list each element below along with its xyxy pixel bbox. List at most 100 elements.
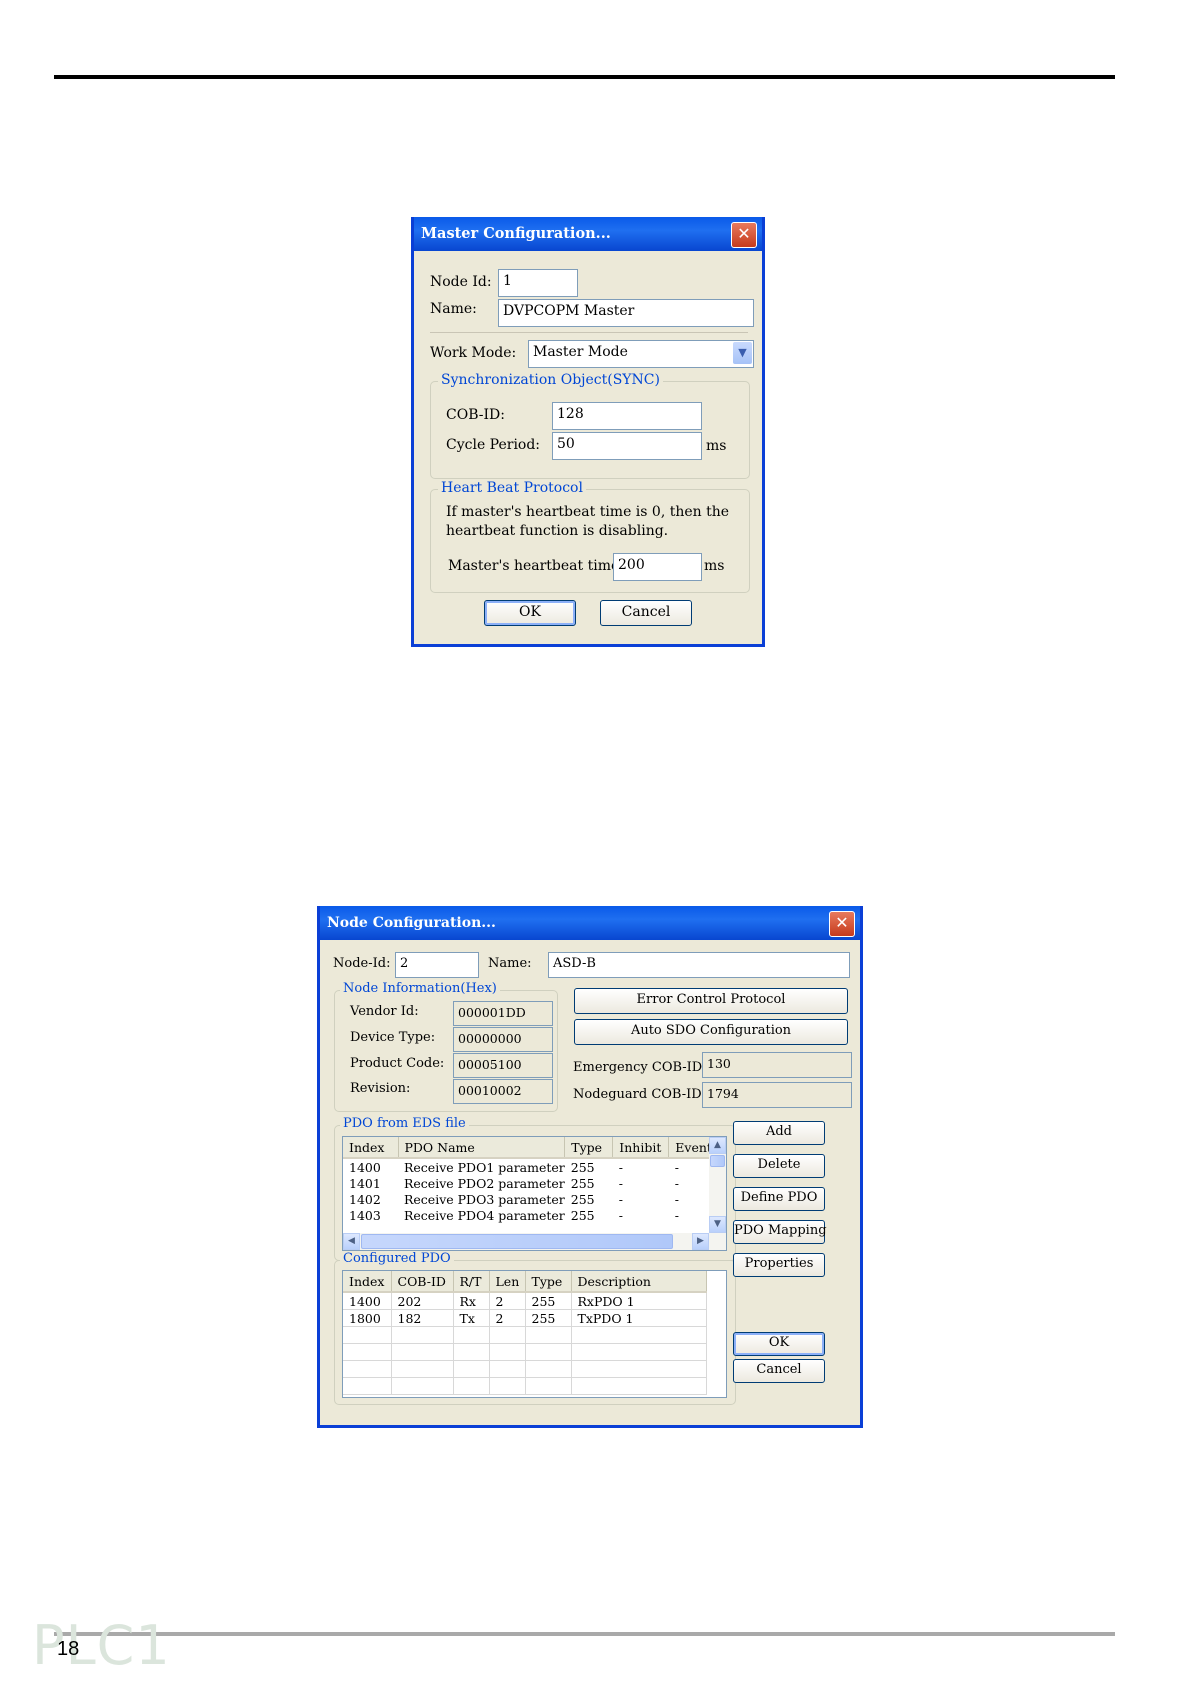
ok-button[interactable]: OK: [733, 1332, 825, 1356]
table-cell: [489, 1377, 526, 1395]
table-cell: [343, 1377, 392, 1395]
vendor-id-value: 000001DD: [453, 1001, 553, 1026]
empty-row: [343, 1343, 707, 1361]
name-label: Name:: [430, 301, 477, 317]
table-cell: -: [618, 1207, 624, 1223]
table-cell: [391, 1343, 454, 1361]
table-cell: Receive PDO3 parameter: [404, 1191, 565, 1207]
sync-group-title: Synchronization Object(SYNC): [438, 372, 663, 388]
table-row[interactable]: 1800 182 Tx 2 255 TxPDO 1: [343, 1309, 707, 1327]
name-input[interactable]: DVPCOPM Master: [498, 299, 754, 327]
column-header[interactable]: Index: [343, 1271, 392, 1293]
table-cell: [343, 1326, 392, 1344]
delete-button[interactable]: Delete: [733, 1154, 825, 1178]
table-row[interactable]: 1403 Receive PDO4 parameter 255 - -: [343, 1207, 713, 1223]
cancel-button[interactable]: Cancel: [733, 1359, 825, 1383]
table-cell: -: [618, 1159, 624, 1175]
plc-logo: PLC1: [32, 1614, 171, 1677]
table-row[interactable]: 1402 Receive PDO3 parameter 255 - -: [343, 1191, 713, 1207]
heartbeat-time-label: Master's heartbeat time:: [448, 558, 624, 574]
scroll-up-icon[interactable]: ▲: [709, 1137, 726, 1154]
column-header[interactable]: Index: [343, 1137, 399, 1159]
table-cell: [453, 1343, 490, 1361]
table-cell: [391, 1360, 454, 1378]
node-dialog-titlebar[interactable]: Node Configuration... ✕: [320, 906, 860, 940]
master-dialog-title: Master Configuration...: [421, 225, 611, 242]
scroll-down-icon[interactable]: ▼: [709, 1216, 726, 1233]
node-id-input[interactable]: 2: [395, 952, 479, 978]
table-cell: [525, 1377, 572, 1395]
close-icon[interactable]: ✕: [731, 222, 757, 248]
table-cell: [453, 1377, 490, 1395]
work-mode-label: Work Mode:: [430, 345, 517, 361]
error-control-protocol-button[interactable]: Error Control Protocol: [574, 988, 848, 1014]
separator: [430, 332, 748, 333]
table-cell: 1400: [343, 1292, 392, 1310]
cancel-button[interactable]: Cancel: [600, 600, 692, 626]
properties-button[interactable]: Properties: [733, 1253, 825, 1277]
table-cell: [453, 1360, 490, 1378]
heartbeat-time-input[interactable]: 200: [613, 553, 702, 581]
table-cell: 1800: [343, 1309, 392, 1327]
table-cell: -: [674, 1207, 680, 1223]
table-cell: [489, 1360, 526, 1378]
horizontal-scroll-thumb[interactable]: [361, 1234, 673, 1249]
revision-label: Revision:: [350, 1081, 411, 1096]
column-header[interactable]: Inhibit: [612, 1137, 670, 1159]
table-cell: Receive PDO2 parameter: [404, 1175, 565, 1191]
master-dialog-titlebar[interactable]: Master Configuration... ✕: [414, 217, 762, 251]
pdo-eds-table: Index PDO Name Type Inhibit Event 1400 Receiv…: [343, 1137, 714, 1223]
table-cell: 1403: [349, 1207, 381, 1223]
column-header[interactable]: Type: [564, 1137, 614, 1159]
column-header[interactable]: Len: [489, 1271, 526, 1293]
name-label: Name:: [488, 956, 532, 971]
page-number: 18: [57, 1638, 80, 1660]
table-cell: [343, 1343, 392, 1361]
table-cell: [343, 1360, 392, 1378]
table-cell: 255: [570, 1191, 595, 1207]
table-cell: Receive PDO4 parameter: [404, 1207, 565, 1223]
column-header[interactable]: R/T: [453, 1271, 490, 1293]
emergency-cob-id-label: Emergency COB-ID:: [573, 1060, 707, 1075]
table-cell: -: [618, 1175, 624, 1191]
column-header[interactable]: PDO Name: [398, 1137, 566, 1159]
work-mode-select[interactable]: Master Mode ▼: [528, 340, 754, 368]
column-header[interactable]: Description: [571, 1271, 707, 1293]
configured-pdo-list[interactable]: Index COB-ID R/T Len Type Description 1400 202…: [342, 1270, 727, 1398]
define-pdo-button[interactable]: Define PDO: [733, 1187, 825, 1211]
node-dialog-title: Node Configuration...: [327, 915, 496, 931]
scroll-right-icon[interactable]: ▶: [692, 1233, 709, 1250]
column-header[interactable]: Type: [525, 1271, 572, 1293]
node-id-input[interactable]: 1: [498, 269, 578, 297]
table-row[interactable]: 1400 202 Rx 2 255 RxPDO 1: [343, 1292, 707, 1310]
column-header[interactable]: COB-ID: [391, 1271, 454, 1293]
pdo-eds-horizontal-scrollbar[interactable]: ◀ ▶: [343, 1233, 726, 1250]
table-row[interactable]: 1400 Receive PDO1 parameter 255 - -: [343, 1158, 713, 1175]
table-row[interactable]: 1401 Receive PDO2 parameter 255 - -: [343, 1175, 713, 1191]
pdo-mapping-button[interactable]: PDO Mapping: [733, 1220, 827, 1244]
cob-id-input[interactable]: 128: [552, 402, 702, 430]
heartbeat-note-line1: If master's heartbeat time is 0, then th…: [446, 504, 730, 520]
vertical-scroll-thumb[interactable]: [710, 1155, 725, 1167]
revision-value: 00010002: [453, 1079, 553, 1104]
chevron-down-icon[interactable]: ▼: [733, 342, 752, 364]
column-header[interactable]: Event: [668, 1137, 714, 1159]
pdo-eds-list[interactable]: Index PDO Name Type Inhibit Event 1400 Receiv…: [342, 1136, 727, 1251]
cycle-period-input[interactable]: 50: [552, 432, 702, 460]
ok-button[interactable]: OK: [484, 600, 576, 626]
close-icon[interactable]: ✕: [829, 911, 855, 937]
pdo-eds-vertical-scrollbar[interactable]: ▲ ▼: [709, 1137, 726, 1233]
name-input[interactable]: ASD-B: [548, 952, 850, 978]
device-type-label: Device Type:: [350, 1030, 436, 1045]
nodeguard-cob-id-value: 1794: [702, 1082, 852, 1108]
work-mode-value: Master Mode: [533, 344, 628, 360]
emergency-cob-id-value: 130: [702, 1052, 852, 1078]
scroll-left-icon[interactable]: ◀: [343, 1233, 360, 1250]
add-button[interactable]: Add: [733, 1121, 825, 1145]
auto-sdo-configuration-button[interactable]: Auto SDO Configuration: [574, 1019, 848, 1045]
table-cell: [453, 1326, 490, 1344]
node-configuration-dialog: Node Configuration... ✕ Node-Id: 2 Name:…: [317, 906, 863, 1428]
empty-row: [343, 1377, 707, 1395]
header-rule: [54, 75, 1115, 79]
table-cell: 182: [391, 1309, 454, 1327]
